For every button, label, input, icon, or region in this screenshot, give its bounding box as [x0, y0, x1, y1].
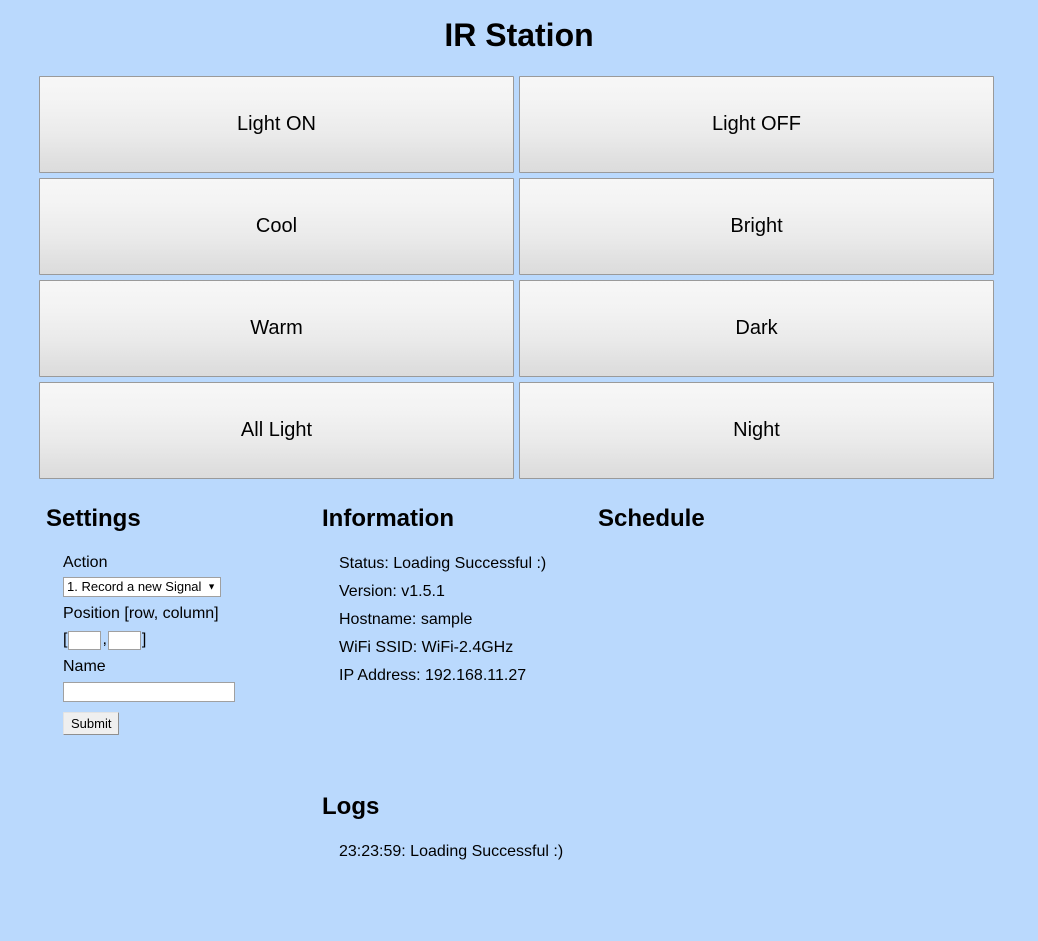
- page-title: IR Station: [444, 17, 594, 53]
- ir-button-all-light[interactable]: All Light: [39, 382, 514, 479]
- info-hostname: Hostname: sample: [339, 611, 473, 628]
- settings-form: Action 1. Record a new Signal ▼ Position…: [46, 550, 316, 735]
- bracket-close: ]: [141, 631, 147, 648]
- submit-button[interactable]: Submit: [63, 712, 120, 735]
- name-input[interactable]: [63, 682, 235, 702]
- position-column-input[interactable]: [107, 630, 141, 650]
- ir-button-light-on[interactable]: Light ON: [39, 76, 514, 173]
- position-row-input[interactable]: [68, 630, 102, 650]
- schedule-panel: Schedule: [598, 504, 898, 550]
- ir-button-bright[interactable]: Bright: [519, 178, 994, 275]
- schedule-heading: Schedule: [598, 505, 705, 532]
- ir-button-warm[interactable]: Warm: [39, 280, 514, 377]
- ir-button-light-off[interactable]: Light OFF: [519, 76, 994, 173]
- information-heading: Information: [322, 505, 454, 532]
- bracket-comma: ,: [102, 631, 107, 648]
- name-label: Name: [63, 658, 106, 675]
- logs-list: 23:23:59: Loading Successful :): [322, 838, 742, 866]
- settings-heading: Settings: [46, 505, 141, 532]
- action-select-wrapper: 1. Record a new Signal ▼: [63, 577, 221, 597]
- action-label: Action: [63, 554, 108, 571]
- information-panel: Information Status: Loading Successful :…: [322, 504, 592, 690]
- ir-button-cool[interactable]: Cool: [39, 178, 514, 275]
- position-label: Position [row, column]: [63, 605, 219, 622]
- information-list: Status: Loading Successful :) Version: v…: [322, 550, 592, 690]
- log-entry: 23:23:59: Loading Successful :): [339, 843, 564, 860]
- info-ip-address: IP Address: 192.168.11.27: [339, 667, 527, 684]
- ir-station-page: IR Station Light ON Light OFF Cool Brigh…: [0, 0, 1038, 941]
- info-status: Status: Loading Successful :): [339, 555, 547, 572]
- info-wifi-ssid: WiFi SSID: WiFi-2.4GHz: [339, 639, 514, 656]
- bracket-open: [: [63, 631, 68, 648]
- position-inputs-row: [ , ]: [63, 628, 316, 652]
- ir-button-grid: Light ON Light OFF Cool Bright Warm Dark…: [39, 76, 994, 479]
- ir-button-night[interactable]: Night: [519, 382, 994, 479]
- logs-panel: Logs 23:23:59: Loading Successful :): [322, 792, 742, 866]
- action-select[interactable]: 1. Record a new Signal: [63, 577, 221, 597]
- logs-heading: Logs: [322, 793, 380, 820]
- info-version: Version: v1.5.1: [339, 583, 445, 600]
- settings-panel: Settings Action 1. Record a new Signal ▼…: [46, 504, 316, 735]
- ir-button-dark[interactable]: Dark: [519, 280, 994, 377]
